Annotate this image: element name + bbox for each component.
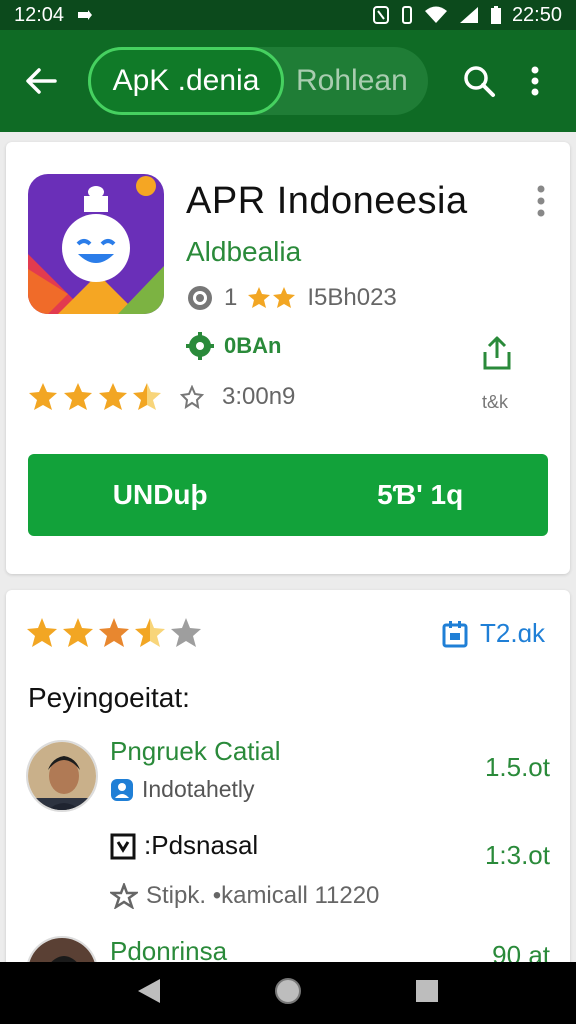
nav-home-button[interactable] [273, 976, 303, 1011]
back-triangle-icon [137, 978, 160, 1003]
tab-active[interactable]: ApK .denia [88, 47, 284, 115]
search-icon [464, 66, 495, 97]
nav-back-button[interactable] [136, 977, 162, 1010]
reviews-title: Peyingoeitat: [28, 682, 190, 713]
vibrate-icon [401, 6, 412, 24]
share-label: t&k [482, 392, 509, 412]
badge-row: 0BAn [186, 332, 281, 360]
more-vert-icon [531, 66, 539, 96]
more-vert-icon [537, 185, 545, 217]
reviews-card: T2.ɑk Peyingoeitat: Pngruek Catial Indot… [6, 590, 570, 970]
review-count-label: T2.ɑk [480, 618, 546, 648]
review-value: 1:3.ot [484, 840, 550, 870]
status-time-left: 12:04 [14, 3, 65, 26]
install-label-right: 5Ɓ' 1q [377, 479, 464, 510]
reviewer-subtitle: Indotahetly [110, 776, 255, 803]
developer-name[interactable]: Aldbealia [186, 236, 301, 268]
badge-label: 0BAn [224, 333, 282, 358]
review-meta: Stipk. •kamicall 11220 [110, 882, 379, 910]
review-badge-icon [110, 833, 136, 859]
wifi-icon [424, 6, 447, 23]
install-label-left: UNDuþ [112, 479, 208, 510]
star-outline-icon [110, 883, 138, 909]
review-count[interactable]: T2.ɑk [442, 618, 545, 649]
review-text: :Pdsnasal [110, 830, 258, 861]
share-button[interactable] [480, 334, 514, 372]
card-overflow-button[interactable] [534, 184, 548, 218]
downloads-value: 3:00n9 [222, 383, 296, 410]
back-button[interactable] [16, 56, 66, 106]
download-star-icon [180, 385, 204, 409]
rating-row: 3:00n9 [28, 382, 295, 412]
tab-inactive[interactable]: Rohlean [284, 64, 408, 98]
review-rating-stars [27, 618, 201, 647]
review-value: 1.5.ot [484, 752, 550, 782]
rating-stars [29, 383, 161, 410]
recents-square-icon [416, 979, 439, 1002]
system-nav-bar [0, 962, 576, 1024]
app-detail-card: APR Indoneesia Aldbealia 1 I5Bh023 0BAn … [6, 142, 570, 574]
notification-icon [78, 10, 93, 20]
small-stars [248, 287, 296, 308]
overflow-menu-button[interactable] [520, 58, 550, 104]
meta-number: 1 [224, 284, 238, 311]
meta-row: 1 I5Bh023 [186, 284, 397, 312]
nav-recents-button[interactable] [414, 978, 440, 1009]
status-bar: 12:04 22:50 [0, 0, 576, 30]
back-arrow-icon [26, 68, 57, 94]
avatar[interactable] [26, 740, 98, 812]
install-button[interactable]: UNDuþ 5Ɓ' 1q [28, 454, 548, 536]
user-badge-icon [111, 778, 133, 801]
app-bar: ApK .denia Rohlean [0, 30, 576, 132]
app-title: APR Indoneesia [186, 180, 468, 222]
app-icon [28, 174, 164, 314]
content-rating-icon [188, 286, 212, 310]
home-circle-icon [274, 977, 301, 1004]
reviewer-name[interactable]: Pngruek Catial [110, 736, 281, 767]
nfc-icon [372, 6, 389, 24]
search-button[interactable] [456, 58, 502, 104]
tab-group: ApK .denia Rohlean [88, 47, 428, 115]
meta-code: I5Bh023 [307, 284, 397, 311]
share-icon [483, 336, 511, 370]
battery-icon [490, 6, 501, 24]
calendar-icon [442, 620, 468, 647]
gear-badge-icon [186, 332, 214, 360]
signal-icon [459, 7, 478, 23]
status-time-right: 22:50 [511, 3, 562, 26]
